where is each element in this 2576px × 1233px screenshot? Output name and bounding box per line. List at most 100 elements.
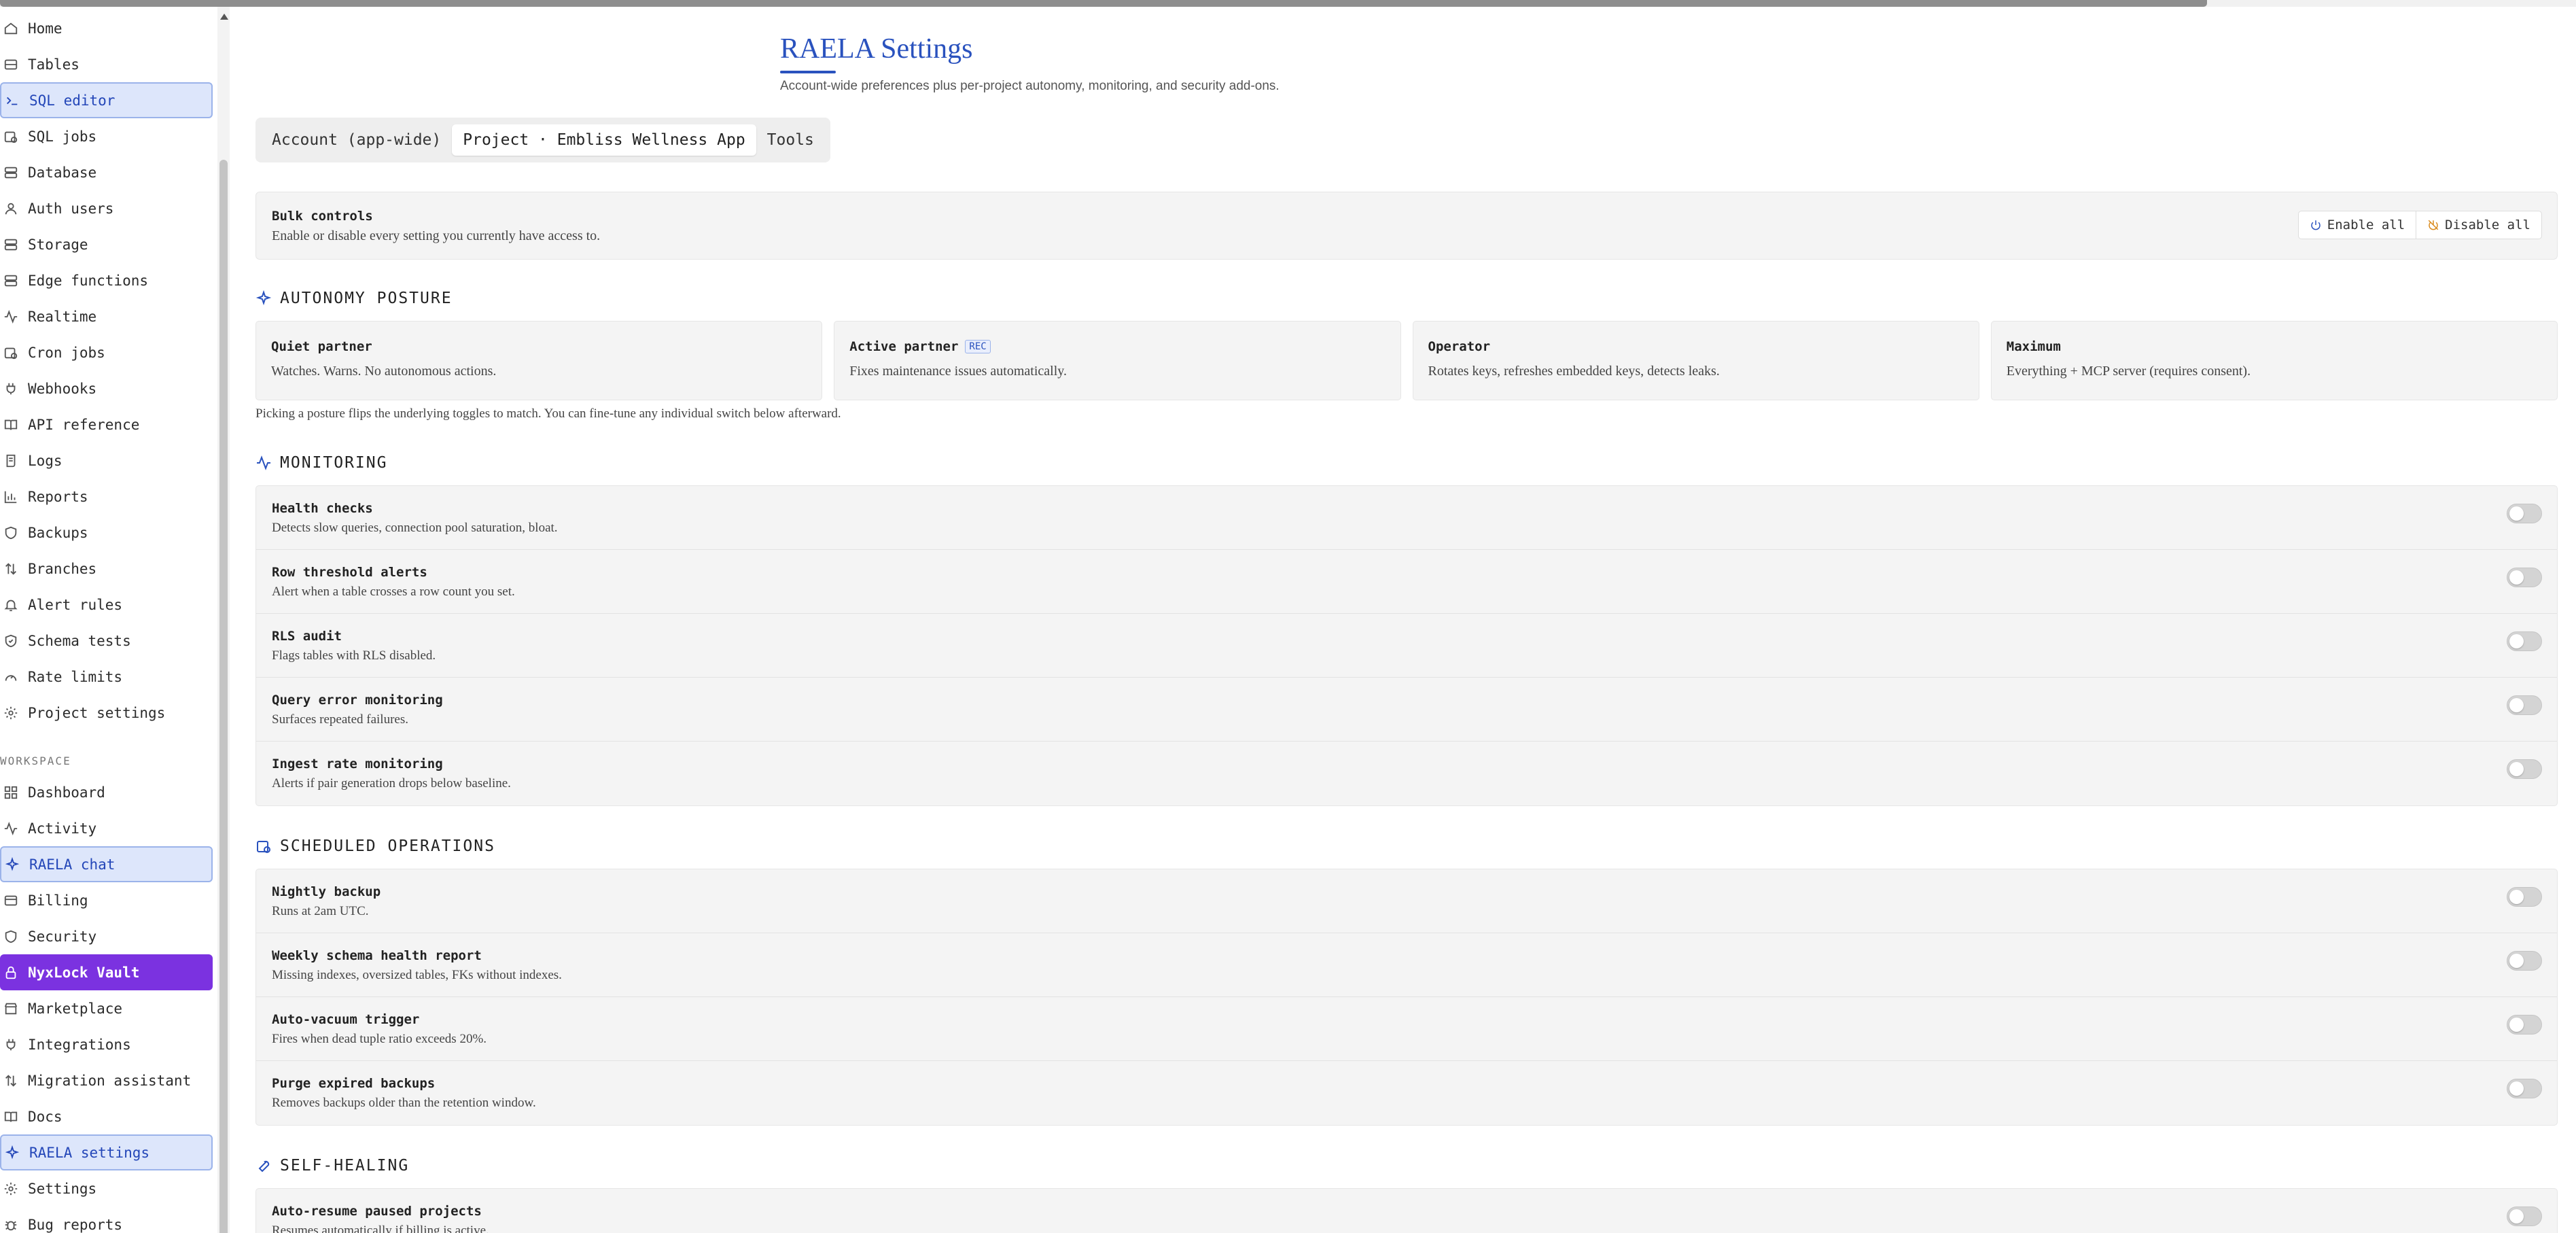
sidebar-item-label: Bug reports <box>28 1216 123 1233</box>
sidebar-item-auth-users[interactable]: Auth users <box>0 190 213 226</box>
sidebar-scrollbar[interactable] <box>217 7 230 1233</box>
sidebar-item-security[interactable]: Security <box>0 918 213 954</box>
sidebar-item-edge-functions[interactable]: Edge functions <box>0 262 213 298</box>
sidebar-item-api-reference[interactable]: API reference <box>0 406 213 442</box>
sidebar-item-database[interactable]: Database <box>0 154 213 190</box>
enable-all-button[interactable]: Enable all <box>2299 211 2416 239</box>
ingest-rate-monitoring-toggle[interactable] <box>2507 759 2542 779</box>
sidebar-item-label: NyxLock Vault <box>28 964 140 981</box>
sidebar-item-label: Auth users <box>28 200 114 217</box>
scrollbar-thumb[interactable] <box>219 160 228 1233</box>
disable-all-button[interactable]: Disable all <box>2416 211 2541 239</box>
sidebar-item-label: Alert rules <box>28 596 123 613</box>
sidebar-item-webhooks[interactable]: Webhooks <box>0 370 213 406</box>
sidebar-item-label: Dashboard <box>28 784 105 801</box>
sidebar-item-migration-assistant[interactable]: Migration assistant <box>0 1062 213 1098</box>
sidebar-item-alert-rules[interactable]: Alert rules <box>0 587 213 623</box>
sidebar-item-raela-chat[interactable]: RAELA chat <box>0 846 213 882</box>
setting-description: Fires when dead tuple ratio exceeds 20%. <box>272 1032 487 1046</box>
setting-description: Flags tables with RLS disabled. <box>272 648 436 663</box>
sidebar-item-raela-settings[interactable]: RAELA settings <box>0 1134 213 1170</box>
setting-description: Removes backups older than the retention… <box>272 1096 536 1110</box>
setting-description: Surfaces repeated failures. <box>272 712 408 727</box>
sidebar-item-label: Realtime <box>28 308 97 325</box>
sidebar-item-sql-jobs[interactable]: SQL jobs <box>0 118 213 154</box>
sidebar-item-label: Integrations <box>28 1036 131 1053</box>
sidebar-item-branches[interactable]: Branches <box>0 551 213 587</box>
sidebar-item-logs[interactable]: Logs <box>0 442 213 479</box>
power-off-icon <box>2428 220 2439 230</box>
recommended-badge: REC <box>965 340 991 353</box>
sidebar-item-docs[interactable]: Docs <box>0 1098 213 1134</box>
setting-row-nightly-backup: Nightly backup Runs at 2am UTC. <box>256 869 2557 933</box>
health-checks-toggle[interactable] <box>2507 504 2542 523</box>
tab-project[interactable]: Project · Embliss Wellness App <box>452 124 756 156</box>
posture-maximum[interactable]: Maximum Everything + MCP server (require… <box>1990 321 2558 400</box>
credit-card-icon <box>0 882 28 918</box>
scrollbar-thumb[interactable] <box>0 0 2207 7</box>
sidebar-item-reports[interactable]: Reports <box>0 479 213 515</box>
sidebar-item-home[interactable]: Home <box>0 10 213 46</box>
enable-all-label: Enable all <box>2327 218 2405 232</box>
shield-icon <box>0 918 28 954</box>
setting-description: Detects slow queries, connection pool sa… <box>272 521 558 535</box>
sidebar-item-cron-jobs[interactable]: Cron jobs <box>0 334 213 370</box>
sidebar-item-integrations[interactable]: Integrations <box>0 1026 213 1062</box>
sidebar-item-activity[interactable]: Activity <box>0 810 213 846</box>
gear-icon <box>0 695 28 731</box>
sidebar-item-nyxlock-vault[interactable]: NyxLock Vault <box>0 954 213 990</box>
setting-name: RLS audit <box>272 629 342 644</box>
sidebar-item-label: Docs <box>28 1108 63 1125</box>
horizontal-scrollbar[interactable] <box>0 0 2576 7</box>
setting-description: Alert when a table crosses a row count y… <box>272 585 515 599</box>
auto-resume-paused-projects-toggle[interactable] <box>2507 1206 2542 1226</box>
setting-name: Health checks <box>272 501 373 516</box>
posture-quiet-partner[interactable]: Quiet partner Watches. Warns. No autonom… <box>255 321 823 400</box>
table-icon <box>0 46 28 82</box>
posture-active-partner[interactable]: Active partner REC Fixes maintenance iss… <box>834 321 1401 400</box>
sidebar-item-dashboard[interactable]: Dashboard <box>0 774 213 810</box>
sidebar-item-rate-limits[interactable]: Rate limits <box>0 659 213 695</box>
sidebar-item-settings[interactable]: Settings <box>0 1170 213 1206</box>
sidebar-item-realtime[interactable]: Realtime <box>0 298 213 334</box>
sidebar-item-label: Database <box>28 164 97 181</box>
sidebar-item-label: API reference <box>28 416 140 433</box>
bulk-controls-description: Enable or disable every setting you curr… <box>272 228 601 243</box>
scroll-up-arrow-icon[interactable] <box>220 14 228 20</box>
storage-icon <box>0 226 28 262</box>
setting-description: Missing indexes, oversized tables, FKs w… <box>272 968 562 982</box>
sidebar-item-project-settings[interactable]: Project settings <box>0 695 213 731</box>
auto-vacuum-trigger-toggle[interactable] <box>2507 1015 2542 1035</box>
sidebar-item-schema-tests[interactable]: Schema tests <box>0 623 213 659</box>
sidebar-item-storage[interactable]: Storage <box>0 226 213 262</box>
setting-row-weekly-schema-health-report: Weekly schema health report Missing inde… <box>256 933 2557 997</box>
row-threshold-alerts-toggle[interactable] <box>2507 568 2542 587</box>
sidebar-item-tables[interactable]: Tables <box>0 46 213 82</box>
sidebar-item-billing[interactable]: Billing <box>0 882 213 918</box>
sidebar-item-sql-editor[interactable]: SQL editor <box>0 82 213 118</box>
sidebar: Home Tables SQL editor SQL jobs Database… <box>0 7 230 1233</box>
rls-audit-toggle[interactable] <box>2507 631 2542 651</box>
purge-expired-backups-toggle[interactable] <box>2507 1079 2542 1098</box>
section-title: AUTONOMY POSTURE <box>280 290 453 307</box>
sparkle-icon <box>255 290 272 306</box>
setting-row-health-checks: Health checks Detects slow queries, conn… <box>256 486 2557 550</box>
disable-all-label: Disable all <box>2445 218 2530 232</box>
sidebar-item-marketplace[interactable]: Marketplace <box>0 990 213 1026</box>
activity-icon <box>0 298 28 334</box>
monitoring-settings: Health checks Detects slow queries, conn… <box>255 485 2558 806</box>
sidebar-item-backups[interactable]: Backups <box>0 515 213 551</box>
bell-icon <box>0 587 28 623</box>
page-title: RAELA Settings <box>780 33 973 65</box>
sidebar-item-bug-reports[interactable]: Bug reports <box>0 1206 213 1233</box>
weekly-schema-health-report-toggle[interactable] <box>2507 951 2542 971</box>
setting-row-auto-resume-paused-projects: Auto-resume paused projects Resumes auto… <box>256 1189 2557 1233</box>
posture-operator[interactable]: Operator Rotates keys, refreshes embedde… <box>1412 321 1979 400</box>
section-self-healing: SELF-HEALING <box>255 1157 409 1175</box>
nightly-backup-toggle[interactable] <box>2507 887 2542 907</box>
tab-tools[interactable]: Tools <box>756 124 825 156</box>
query-error-monitoring-toggle[interactable] <box>2507 695 2542 715</box>
tab-account[interactable]: Account (app-wide) <box>261 124 452 156</box>
plug-icon <box>0 1026 28 1062</box>
posture-options: Quiet partner Watches. Warns. No autonom… <box>255 321 2558 400</box>
